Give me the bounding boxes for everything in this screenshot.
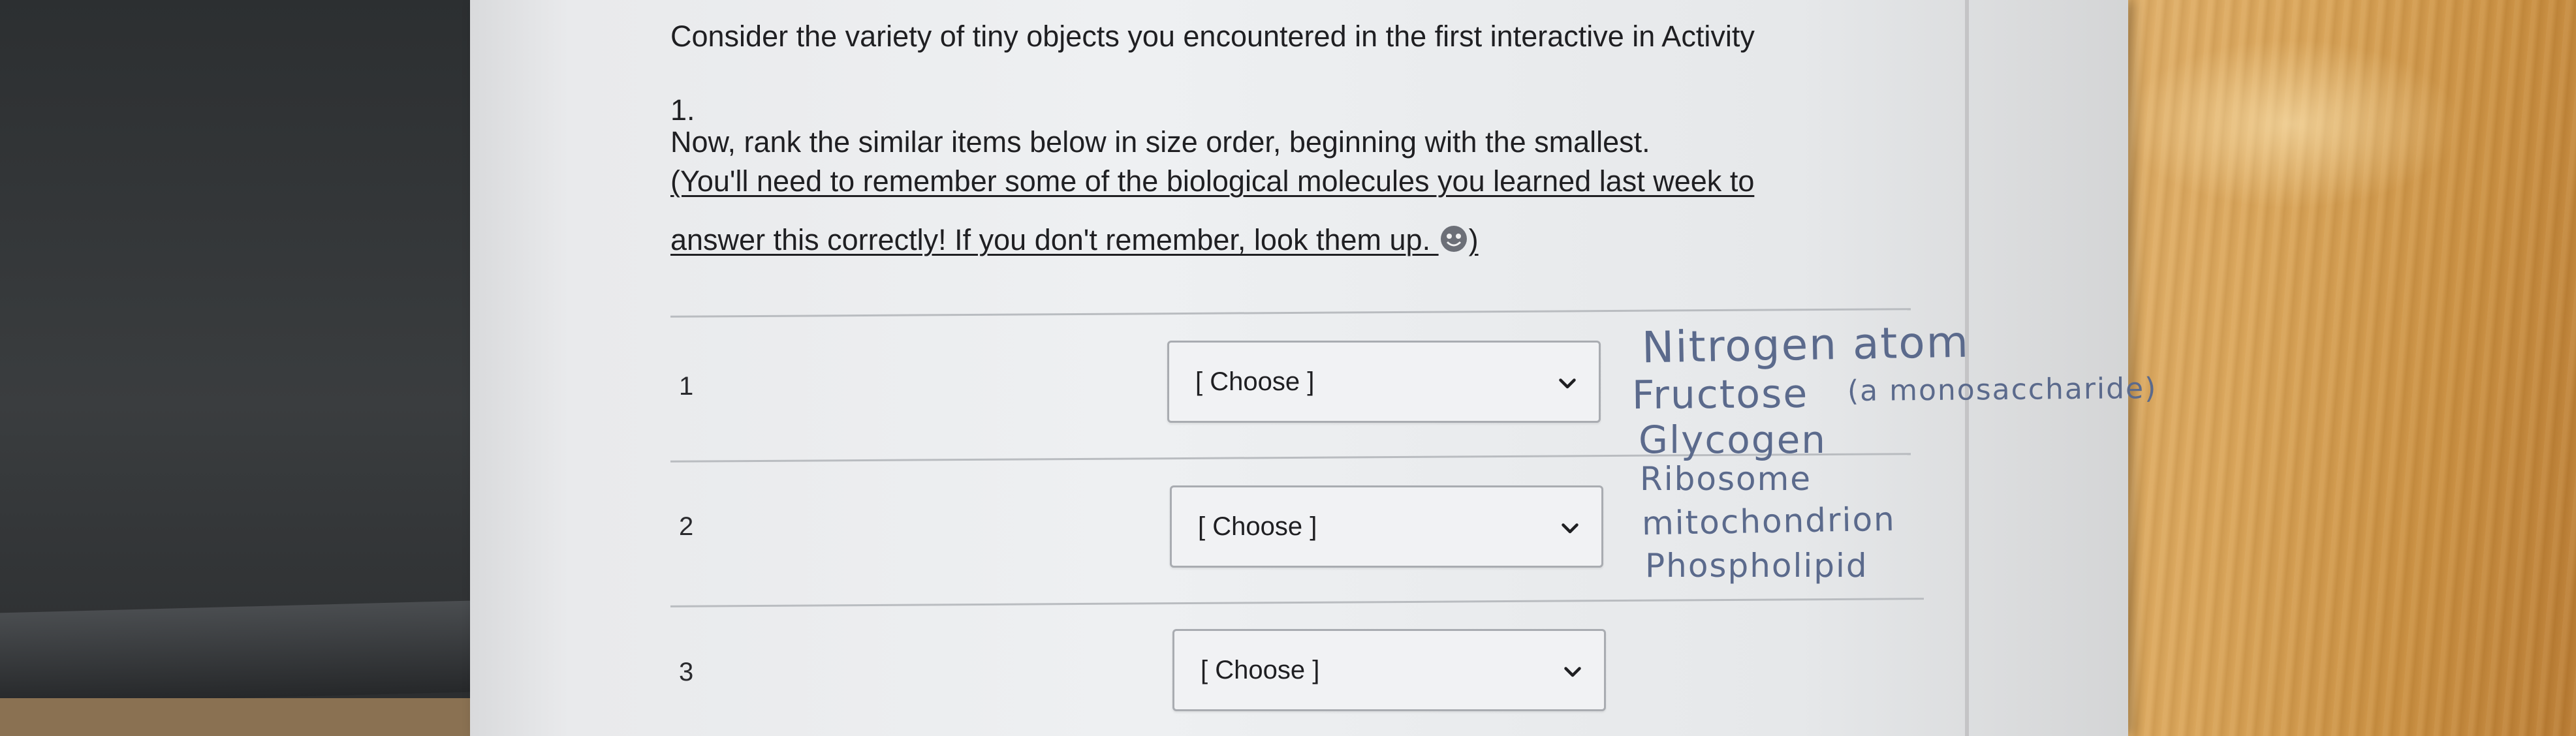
light-reflection (2122, 39, 2461, 209)
instruction-line-4: (You'll need to remember some of the bio… (670, 164, 1755, 198)
instruction-line-5-close: ) (1468, 223, 1479, 256)
rank-select-2[interactable]: [ Choose ] (1170, 485, 1603, 568)
row-number: 1 (679, 372, 694, 401)
select-value: [ Choose ] (1201, 656, 1320, 684)
row-number: 2 (679, 512, 694, 541)
instruction-line-1: Consider the variety of tiny objects you… (670, 20, 1755, 53)
handwritten-note: Fructose (1631, 371, 1809, 419)
rank-select-3[interactable]: [ Choose ] (1172, 629, 1606, 711)
handwritten-note: Glycogen (1639, 418, 1827, 462)
laptop-edge (0, 600, 470, 705)
select-value: [ Choose ] (1198, 512, 1317, 541)
select-value: [ Choose ] (1195, 367, 1315, 396)
rank-select-1[interactable]: [ Choose ] (1167, 341, 1601, 423)
table-surface-left (0, 698, 470, 736)
chevron-down-icon (1562, 523, 1579, 534)
paper-fold-line (1965, 0, 1969, 736)
row-number: 3 (679, 658, 694, 686)
handwritten-note: (a monosaccharide) (1847, 371, 2158, 408)
smiley-face-icon (1439, 224, 1469, 261)
instruction-line-2: 1. (670, 93, 695, 127)
instruction-line-5: answer this correctly! If you don't reme… (670, 223, 1479, 261)
instruction-line-5-text: answer this correctly! If you don't reme… (670, 223, 1439, 256)
handwritten-note: Phospholipid (1645, 547, 1868, 585)
chevron-down-icon (1564, 667, 1581, 677)
chevron-down-icon (1559, 378, 1576, 389)
handwritten-note: Ribosome (1640, 460, 1812, 498)
handwritten-note: Nitrogen atom (1641, 316, 1970, 373)
handwritten-note: mitochondrion (1641, 500, 1896, 543)
instruction-line-3: Now, rank the similar items below in siz… (670, 125, 1650, 159)
